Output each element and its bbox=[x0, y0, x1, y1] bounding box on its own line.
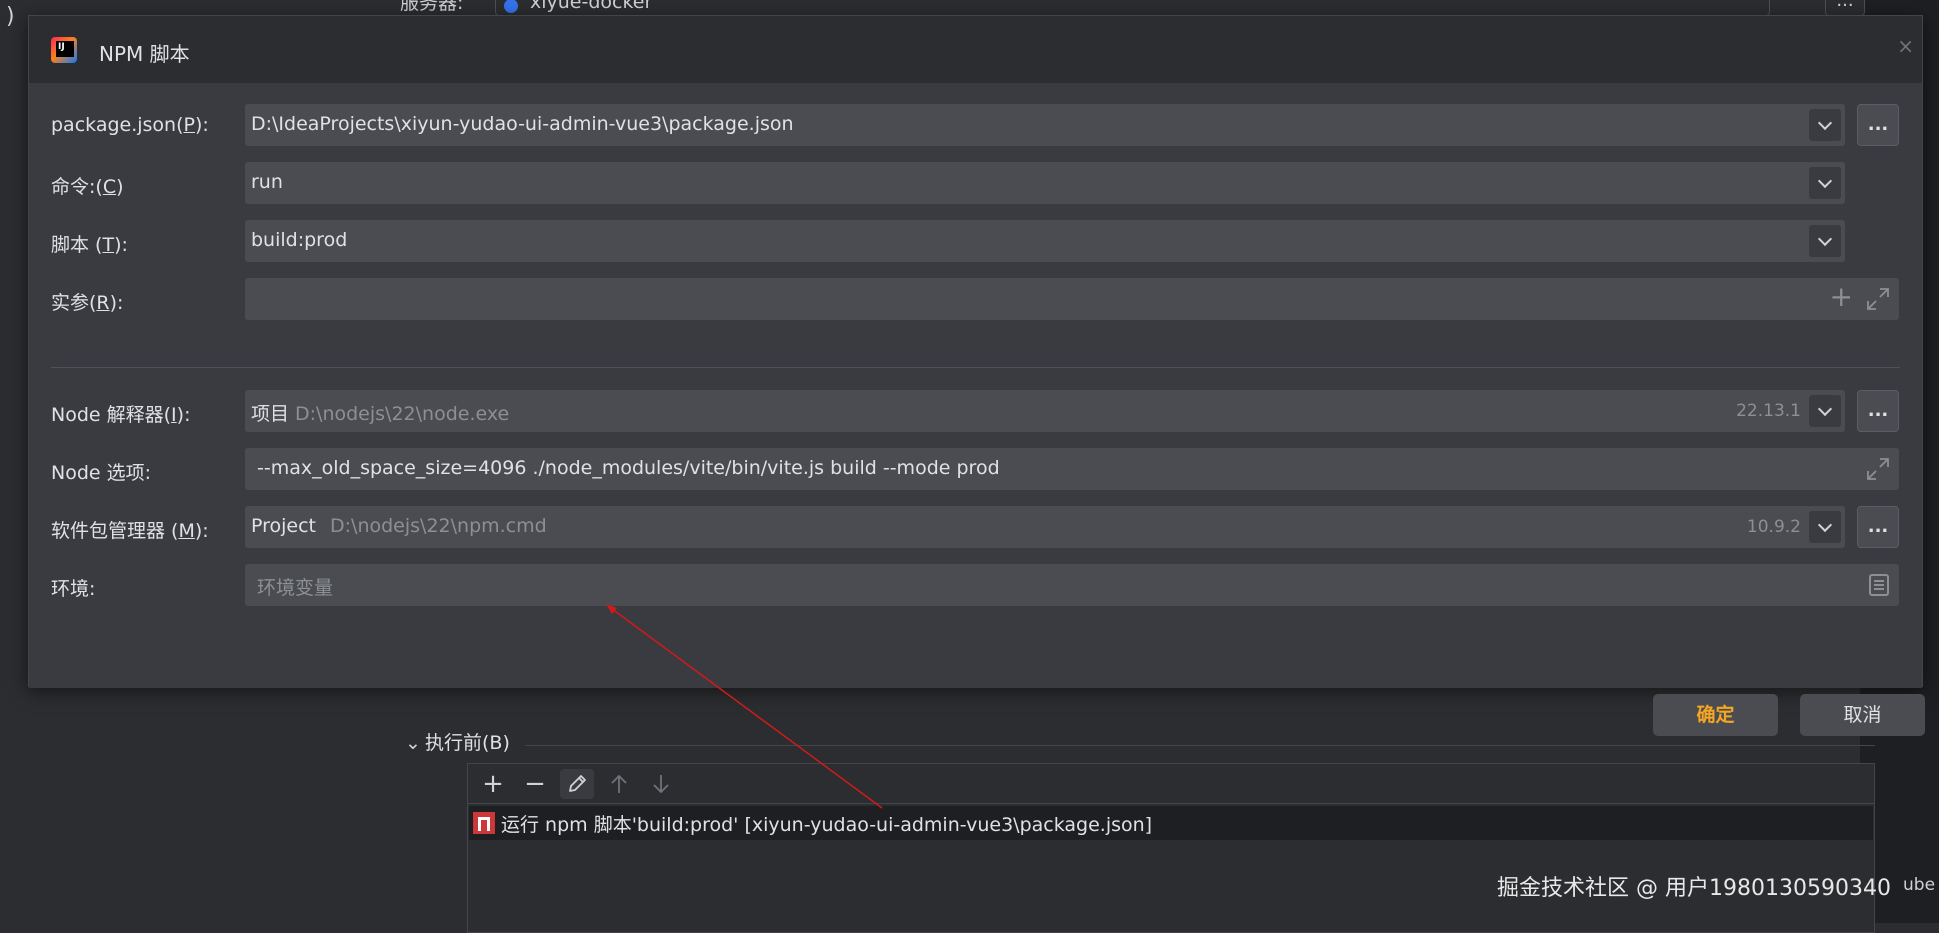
node-interpreter-browse-button[interactable]: ... bbox=[1857, 390, 1899, 432]
chevron-down-icon[interactable] bbox=[1809, 395, 1841, 427]
edit-icon[interactable] bbox=[560, 769, 594, 799]
node-version: 22.13.1 bbox=[1736, 401, 1801, 421]
environment-input[interactable]: 环境变量 bbox=[245, 564, 1899, 606]
list-icon[interactable] bbox=[1869, 574, 1889, 596]
move-down-icon[interactable] bbox=[644, 769, 678, 799]
server-browse-button[interactable]: ... bbox=[1825, 0, 1865, 16]
npm-script-dialog: NPM 脚本 × package.json(P): D:\IdeaProject… bbox=[28, 15, 1925, 736]
chevron-down-icon[interactable] bbox=[1809, 511, 1841, 543]
dialog-title: NPM 脚本 bbox=[99, 42, 190, 66]
add-icon[interactable]: + bbox=[1830, 282, 1853, 312]
background-code-fragment: ) bbox=[6, 4, 15, 29]
command-value: run bbox=[251, 171, 283, 193]
docker-icon bbox=[504, 0, 518, 13]
remove-icon[interactable]: − bbox=[518, 769, 552, 799]
package-manager-combo[interactable]: Project D:\nodejs\22\npm.cmd 10.9.2 bbox=[245, 506, 1845, 548]
environment-label: 环境: bbox=[51, 578, 96, 600]
arguments-input[interactable]: + bbox=[245, 278, 1899, 320]
script-combo[interactable]: build:prod bbox=[245, 220, 1845, 262]
dialog-title-bar: NPM 脚本 × bbox=[29, 16, 1922, 84]
package-json-combo[interactable]: D:\IdeaProjects\xiyun-yudao-ui-admin-vue… bbox=[245, 104, 1845, 146]
add-icon[interactable]: + bbox=[476, 769, 510, 799]
server-label: 服务器: bbox=[400, 0, 464, 14]
node-options-value: --max_old_space_size=4096 ./node_modules… bbox=[257, 457, 1000, 479]
before-launch-toolbar: + − bbox=[468, 764, 1874, 804]
chevron-down-icon[interactable] bbox=[1809, 109, 1841, 141]
node-interpreter-combo[interactable]: 项目 D:\nodejs\22\node.exe 22.13.1 bbox=[245, 390, 1845, 432]
package-manager-version: 10.9.2 bbox=[1746, 517, 1801, 537]
chevron-down-icon: ⌄ bbox=[405, 732, 421, 754]
chevron-down-icon[interactable] bbox=[1809, 167, 1841, 199]
script-label: 脚本 (T): bbox=[51, 234, 128, 256]
package-json-browse-button[interactable]: ... bbox=[1857, 104, 1899, 146]
expand-icon[interactable] bbox=[1865, 456, 1891, 482]
section-divider bbox=[525, 745, 1875, 746]
move-up-icon[interactable] bbox=[602, 769, 636, 799]
package-json-label: package.json(P): bbox=[51, 114, 209, 136]
node-options-label: Node 选项: bbox=[51, 462, 152, 484]
package-manager-value: Project D:\nodejs\22\npm.cmd bbox=[251, 515, 547, 537]
environment-placeholder: 环境变量 bbox=[257, 577, 334, 599]
package-json-value: D:\IdeaProjects\xiyun-yudao-ui-admin-vue… bbox=[251, 113, 794, 135]
before-launch-list: + − 运行 npm 脚本'build:prod' [xiyun-yudao-u… bbox=[467, 763, 1875, 933]
before-launch-task-label: 运行 npm 脚本'build:prod' [xiyun-yudao-ui-ad… bbox=[501, 813, 1153, 836]
before-launch-title: 执行前(B) bbox=[425, 732, 510, 754]
command-combo[interactable]: run bbox=[245, 162, 1845, 204]
node-interpreter-value: 项目 D:\nodejs\22\node.exe bbox=[251, 403, 510, 425]
server-combo-value: xiyue-docker bbox=[530, 0, 653, 13]
node-interpreter-label: Node 解释器(I): bbox=[51, 404, 191, 426]
before-launch-header[interactable]: ⌄ 执行前(B) bbox=[405, 728, 510, 755]
edge-text: ube bbox=[1903, 875, 1936, 895]
dialog-body: package.json(P): D:\IdeaProjects\xiyun-y… bbox=[29, 84, 1925, 736]
package-manager-label: 软件包管理器 (M): bbox=[51, 520, 209, 542]
package-manager-browse-button[interactable]: ... bbox=[1857, 506, 1899, 548]
script-value: build:prod bbox=[251, 229, 348, 251]
cancel-button[interactable]: 取消 bbox=[1800, 694, 1925, 736]
npm-icon bbox=[473, 812, 495, 834]
arguments-label: 实参(R): bbox=[51, 292, 124, 314]
intellij-app-icon bbox=[51, 37, 77, 63]
chevron-down-icon[interactable] bbox=[1809, 225, 1841, 257]
close-icon[interactable]: × bbox=[1897, 34, 1914, 58]
server-combo[interactable]: xiyue-docker bbox=[495, 0, 1770, 16]
node-options-input[interactable]: --max_old_space_size=4096 ./node_modules… bbox=[245, 448, 1899, 490]
section-separator bbox=[51, 367, 1900, 368]
watermark: 掘金技术社区 @ 用户1980130590340 bbox=[1497, 876, 1891, 901]
command-label: 命令:(C) bbox=[51, 176, 124, 198]
before-launch-task-row[interactable]: 运行 npm 脚本'build:prod' [xiyun-yudao-ui-ad… bbox=[469, 806, 1873, 840]
ok-button[interactable]: 确定 bbox=[1653, 694, 1778, 736]
expand-icon[interactable] bbox=[1865, 286, 1891, 312]
